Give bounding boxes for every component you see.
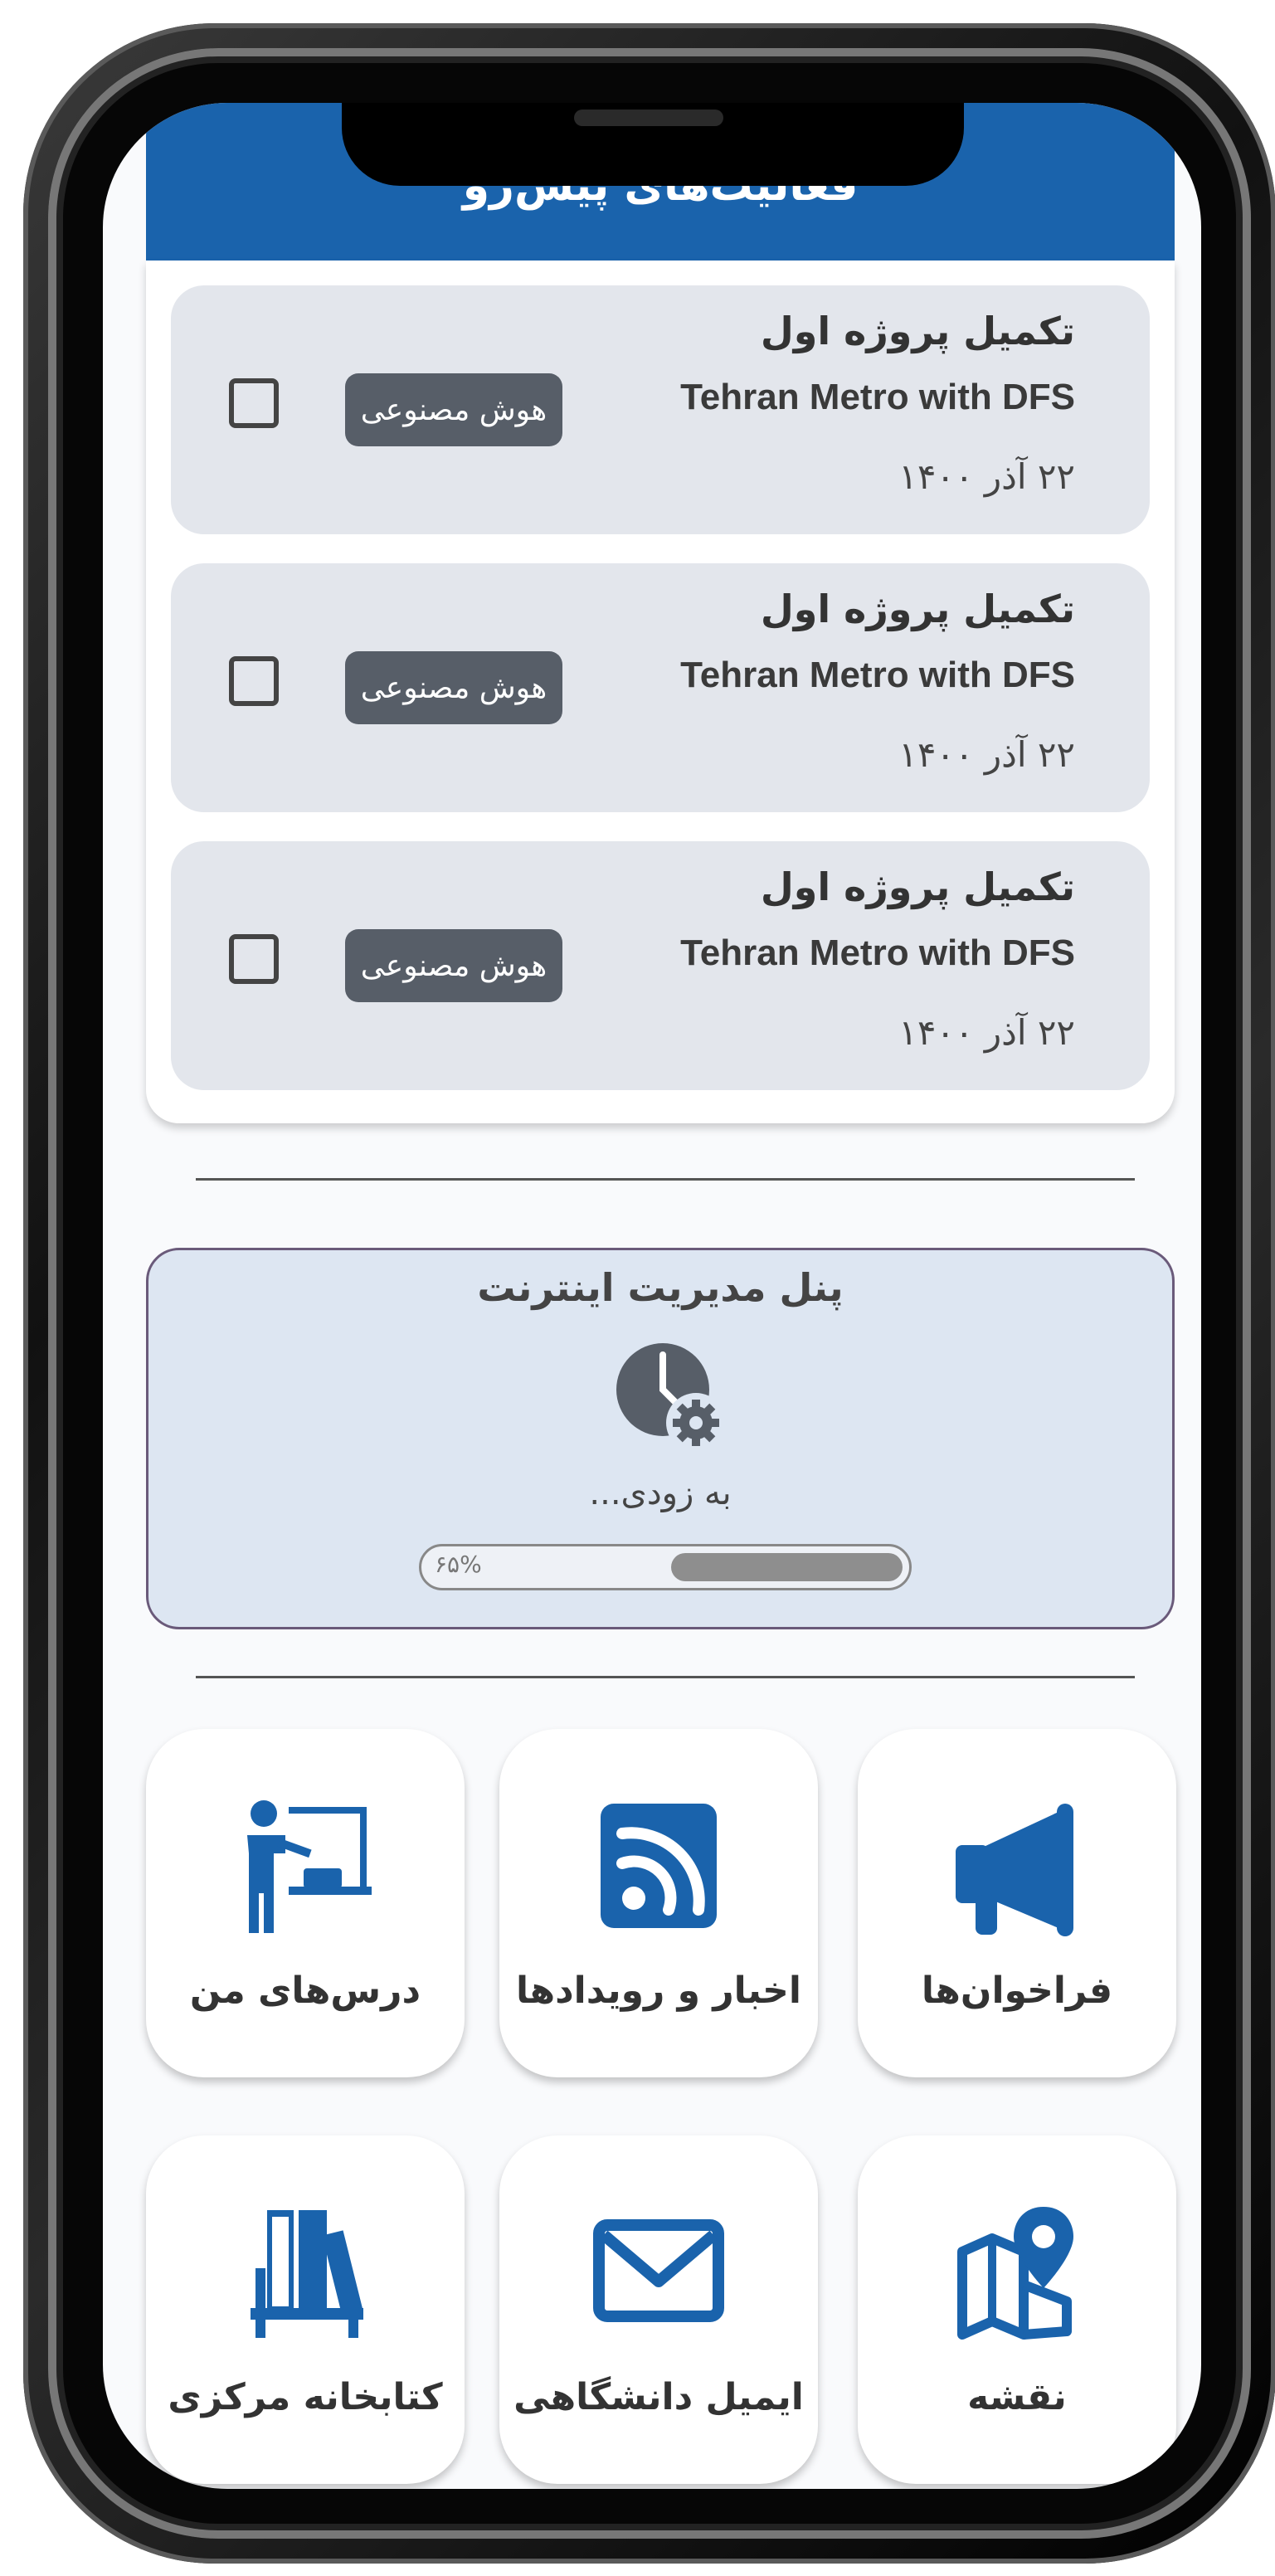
task-title: تکمیل پروژه اول bbox=[760, 864, 1075, 909]
divider bbox=[196, 1178, 1135, 1181]
clock-gear-icon bbox=[616, 1343, 726, 1453]
task-title: تکمیل پروژه اول bbox=[760, 587, 1075, 631]
tile-label: اخبار و رویدادها bbox=[516, 1970, 801, 2012]
progress-bar: ۶۵% bbox=[419, 1544, 912, 1590]
task-item[interactable]: تکمیل پروژه اول Tehran Metro with DFS ۲۲… bbox=[171, 841, 1150, 1090]
progress-label: ۶۵% bbox=[435, 1551, 482, 1578]
task-item[interactable]: تکمیل پروژه اول Tehran Metro with DFS ۲۲… bbox=[171, 563, 1150, 812]
internet-panel-card[interactable]: پنل مدیریت اینترنت به زودی... ۶۵% bbox=[146, 1248, 1175, 1629]
task-tag: هوش مصنوعی bbox=[345, 373, 562, 446]
upcoming-tasks-card: تکمیل پروژه اول Tehran Metro with DFS ۲۲… bbox=[146, 261, 1175, 1123]
task-date: ۲۲ آذر ۱۴۰۰ bbox=[898, 456, 1075, 497]
tile-label: کتابخانه مرکزی bbox=[168, 2376, 443, 2418]
tile-university-email[interactable]: ایمیل دانشگاهی bbox=[499, 2135, 818, 2484]
envelope-icon bbox=[593, 2219, 724, 2322]
teacher-board-icon bbox=[247, 1800, 372, 1933]
tile-label: ایمیل دانشگاهی bbox=[513, 2376, 804, 2418]
task-title: تکمیل پروژه اول bbox=[760, 309, 1075, 353]
tile-label: فراخوان‌ها bbox=[921, 1970, 1113, 2012]
tile-label: نقشه bbox=[967, 2376, 1067, 2418]
task-subtitle: Tehran Metro with DFS bbox=[680, 377, 1075, 417]
task-subtitle: Tehran Metro with DFS bbox=[680, 655, 1075, 695]
task-subtitle: Tehran Metro with DFS bbox=[680, 933, 1075, 973]
app-screen: فعالیت‌های پیش‌رو تکمیل پروژه اول Tehran… bbox=[103, 103, 1201, 2489]
bookshelf-icon bbox=[251, 2210, 363, 2338]
task-tag: هوش مصنوعی bbox=[345, 651, 562, 724]
task-item[interactable]: تکمیل پروژه اول Tehran Metro with DFS ۲۲… bbox=[171, 285, 1150, 534]
panel-status-text: به زودی... bbox=[589, 1474, 732, 1512]
task-checkbox[interactable] bbox=[229, 656, 279, 706]
tile-central-library[interactable]: کتابخانه مرکزی bbox=[146, 2135, 465, 2484]
task-date: ۲۲ آذر ۱۴۰۰ bbox=[898, 1012, 1075, 1053]
progress-fill bbox=[671, 1553, 903, 1581]
speaker-grille bbox=[574, 110, 723, 126]
map-pin-icon bbox=[957, 2207, 1073, 2340]
tile-calls[interactable]: فراخوان‌ها bbox=[858, 1729, 1176, 2077]
tile-map[interactable]: نقشه bbox=[858, 2135, 1176, 2484]
tile-label: درس‌های من bbox=[189, 1970, 421, 2012]
task-date: ۲۲ آذر ۱۴۰۰ bbox=[898, 734, 1075, 775]
panel-title: پنل مدیریت اینترنت bbox=[477, 1265, 844, 1310]
tile-news[interactable]: اخبار و رویدادها bbox=[499, 1729, 818, 2077]
rss-icon bbox=[601, 1804, 717, 1928]
divider bbox=[196, 1676, 1135, 1678]
tile-my-courses[interactable]: درس‌های من bbox=[146, 1729, 465, 2077]
task-checkbox[interactable] bbox=[229, 378, 279, 428]
megaphone-icon bbox=[956, 1804, 1073, 1936]
task-checkbox[interactable] bbox=[229, 934, 279, 984]
task-tag: هوش مصنوعی bbox=[345, 929, 562, 1002]
